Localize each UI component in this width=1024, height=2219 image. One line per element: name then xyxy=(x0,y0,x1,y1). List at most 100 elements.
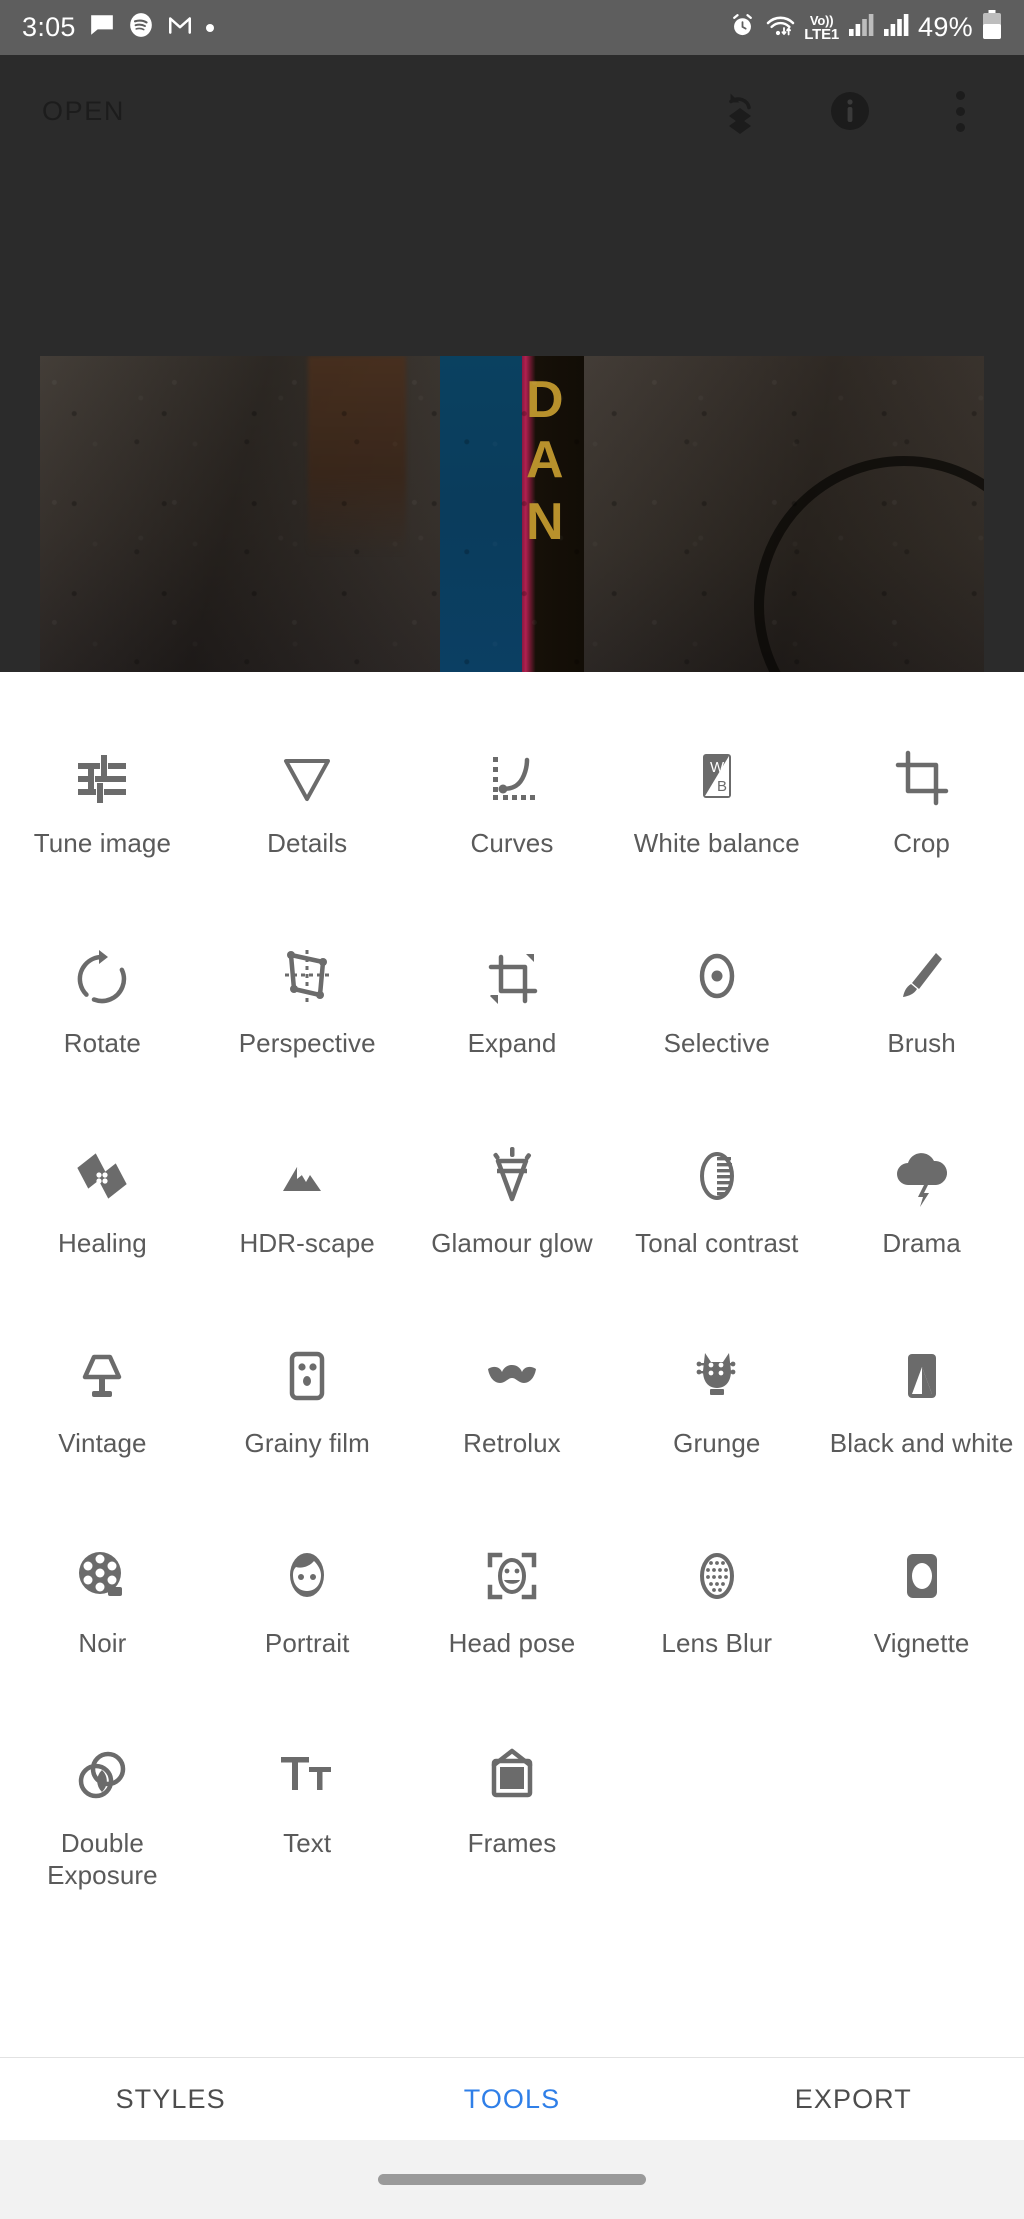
tool-expand[interactable]: Expand xyxy=(410,920,615,1120)
tool-head-pose[interactable]: Head pose xyxy=(410,1520,615,1720)
selective-icon xyxy=(683,936,751,1022)
tool-label: Vignette xyxy=(873,1628,970,1658)
perspective-icon xyxy=(273,936,341,1022)
signal-bars-1-icon xyxy=(848,13,874,42)
tool-label: Selective xyxy=(663,1028,770,1058)
brush-icon xyxy=(888,936,956,1022)
tool-portrait[interactable]: Portrait xyxy=(205,1520,410,1720)
photo-grain xyxy=(40,356,984,672)
image-preview-area[interactable]: D A N xyxy=(0,167,1024,672)
status-bar-left: 3:05 xyxy=(22,12,214,43)
tool-label: Grunge xyxy=(673,1428,761,1458)
tab-styles[interactable]: STYLES xyxy=(0,2084,341,2115)
tool-label: Black and white xyxy=(829,1428,1014,1458)
head-pose-icon xyxy=(478,1536,546,1622)
tool-label: Retrolux xyxy=(463,1428,561,1458)
open-button[interactable]: OPEN xyxy=(42,96,125,127)
tool-crop[interactable]: Crop xyxy=(819,720,1024,920)
tool-label: Text xyxy=(283,1828,332,1858)
gesture-pill[interactable] xyxy=(378,2174,646,2185)
tune-image-icon xyxy=(68,736,136,822)
noir-icon xyxy=(68,1536,136,1622)
tool-black-and-white[interactable]: Black and white xyxy=(819,1320,1024,1520)
tool-label: Crop xyxy=(893,828,950,858)
tool-double-exposure[interactable]: Double Exposure xyxy=(0,1720,205,1920)
white-balance-icon: W B xyxy=(683,736,751,822)
vignette-icon xyxy=(888,1536,956,1622)
retrolux-icon xyxy=(478,1336,546,1422)
tool-label: Tonal contrast xyxy=(635,1228,799,1258)
black-and-white-icon xyxy=(888,1336,956,1422)
tool-label: Rotate xyxy=(63,1028,141,1058)
tool-drama[interactable]: Drama xyxy=(819,1120,1024,1320)
tool-label: Drama xyxy=(882,1228,961,1258)
tool-label: Details xyxy=(267,828,348,858)
volte-top-label: Vo)) xyxy=(809,12,834,28)
tool-label: Frames xyxy=(467,1828,557,1858)
hdr-scape-icon xyxy=(273,1136,341,1222)
details-icon xyxy=(273,736,341,822)
text-icon xyxy=(273,1736,341,1822)
tool-label: Vintage xyxy=(58,1428,147,1458)
tool-tonal-contrast[interactable]: Tonal contrast xyxy=(614,1120,819,1320)
tool-frames[interactable]: Frames xyxy=(410,1720,615,1920)
tool-vintage[interactable]: Vintage xyxy=(0,1320,205,1520)
tool-grainy-film[interactable]: Grainy film xyxy=(205,1320,410,1520)
tool-perspective[interactable]: Perspective xyxy=(205,920,410,1120)
preview-photo[interactable]: D A N xyxy=(40,356,984,672)
status-bar: 3:05 Vo)) LTE1 49% xyxy=(0,0,1024,55)
app-header: OPEN xyxy=(0,55,1024,167)
notification-dot-icon xyxy=(205,23,214,32)
healing-icon xyxy=(68,1136,136,1222)
tool-label: Double Exposure xyxy=(47,1828,158,1890)
svg-text:B: B xyxy=(717,778,727,795)
tool-retrolux[interactable]: Retrolux xyxy=(410,1320,615,1520)
spotify-icon xyxy=(128,12,154,43)
battery-percent-label: 49% xyxy=(918,12,973,42)
tool-vignette[interactable]: Vignette xyxy=(819,1520,1024,1720)
app-screen: 3:05 Vo)) LTE1 49% OPEN Tune image Detai… xyxy=(0,0,1024,2219)
tool-label: White balance xyxy=(633,828,800,858)
tool-label: Healing xyxy=(57,1228,147,1258)
tool-label: Tune image xyxy=(33,828,172,858)
tool-label: Lens Blur xyxy=(661,1628,773,1658)
tool-hdr-scape[interactable]: HDR-scape xyxy=(205,1120,410,1320)
tool-healing[interactable]: Healing xyxy=(0,1120,205,1320)
tool-white-balance[interactable]: W B White balance xyxy=(614,720,819,920)
info-icon[interactable] xyxy=(826,87,874,135)
tool-rotate[interactable]: Rotate xyxy=(0,920,205,1120)
tool-lens-blur[interactable]: Lens Blur xyxy=(614,1520,819,1720)
tool-selective[interactable]: Selective xyxy=(614,920,819,1120)
tool-noir[interactable]: Noir xyxy=(0,1520,205,1720)
system-gesture-bar xyxy=(0,2140,1024,2219)
tool-brush[interactable]: Brush xyxy=(819,920,1024,1120)
tool-tune-image[interactable]: Tune image xyxy=(0,720,205,920)
tool-label: Expand xyxy=(467,1028,557,1058)
portrait-icon xyxy=(273,1536,341,1622)
grainy-film-icon xyxy=(273,1336,341,1422)
tools-grid: Tune image Details Curves W B White bala… xyxy=(0,672,1024,1920)
tool-label: Curves xyxy=(470,828,554,858)
tab-tools[interactable]: TOOLS xyxy=(341,2084,682,2115)
frames-icon xyxy=(478,1736,546,1822)
overflow-menu-icon[interactable] xyxy=(936,87,984,135)
tab-export[interactable]: EXPORT xyxy=(683,2084,1024,2115)
tool-label: Glamour glow xyxy=(431,1228,593,1258)
svg-text:W: W xyxy=(710,759,725,776)
lens-blur-icon xyxy=(683,1536,751,1622)
vintage-icon xyxy=(68,1336,136,1422)
tools-panel: Tune image Details Curves W B White bala… xyxy=(0,672,1024,2057)
drama-icon xyxy=(888,1136,956,1222)
tool-text[interactable]: Text xyxy=(205,1720,410,1920)
tool-glamour-glow[interactable]: Glamour glow xyxy=(410,1120,615,1320)
tool-details[interactable]: Details xyxy=(205,720,410,920)
tool-curves[interactable]: Curves xyxy=(410,720,615,920)
tool-grunge[interactable]: Grunge xyxy=(614,1320,819,1520)
curves-icon xyxy=(478,736,546,822)
undo-stack-icon[interactable] xyxy=(716,87,764,135)
expand-icon xyxy=(478,936,546,1022)
bottom-tab-bar: STYLES TOOLS EXPORT xyxy=(0,2057,1024,2140)
crop-icon xyxy=(888,736,956,822)
tool-label: Noir xyxy=(78,1628,127,1658)
gmail-icon xyxy=(167,12,193,43)
